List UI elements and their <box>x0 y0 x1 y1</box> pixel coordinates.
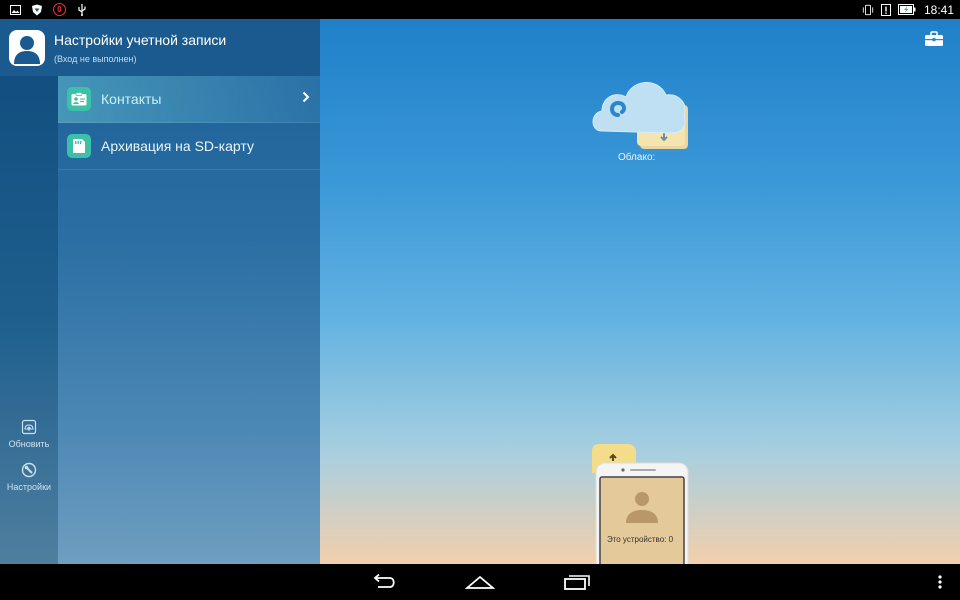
menu-item-label: Контакты <box>101 91 162 107</box>
clock: 18:41 <box>923 2 954 17</box>
vibrate-icon <box>862 4 874 16</box>
account-status: (Вход не выполнен) <box>54 53 137 64</box>
cloud-icon <box>592 82 688 149</box>
usb-icon <box>76 3 88 16</box>
left-panel: Настройки учетной записи (Вход не выполн… <box>0 19 320 564</box>
shield-icon <box>31 4 43 16</box>
avatar <box>9 29 45 66</box>
notification-badge: 0 <box>53 3 66 16</box>
refresh-cloud-icon <box>21 419 37 435</box>
side-menu: Контакты Архивация на SD-карту <box>58 76 320 170</box>
settings-label: Настройки <box>6 482 52 492</box>
navigation-bar <box>0 564 960 600</box>
account-settings-header[interactable]: Настройки учетной записи (Вход не выполн… <box>0 19 320 76</box>
status-bar-left: 0 <box>0 3 88 16</box>
settings-button[interactable]: Настройки <box>0 462 58 492</box>
phone-icon <box>592 444 689 564</box>
user-silhouette-icon <box>14 35 40 64</box>
recent-apps-icon[interactable] <box>563 573 591 591</box>
menu-item-contacts[interactable]: Контакты <box>58 76 320 123</box>
contacts-card-icon <box>67 87 91 111</box>
menu-item-label: Архивация на SD-карту <box>101 138 254 154</box>
side-rail: Обновить Настройки <box>0 76 58 564</box>
battery-icon <box>897 4 916 16</box>
device-count-label: Это устройство: 0 <box>606 535 674 544</box>
account-text: Настройки учетной записи (Вход не выполн… <box>54 32 226 64</box>
account-title: Настройки учетной записи <box>54 31 227 48</box>
settings-wrench-icon <box>21 462 37 478</box>
menu-item-sd-archive[interactable]: Архивация на SD-карту <box>58 123 320 170</box>
cloud-storage[interactable] <box>588 71 692 151</box>
gallery-icon <box>9 4 21 16</box>
refresh-button[interactable]: Обновить <box>0 419 58 449</box>
home-icon[interactable] <box>465 573 495 591</box>
status-bar: 0 18:41 <box>0 0 960 19</box>
cloud-count-label: Облако: <box>618 152 656 163</box>
status-bar-right: 18:41 <box>862 0 954 19</box>
overflow-menu-icon[interactable] <box>936 573 944 591</box>
chevron-right-icon <box>302 91 310 103</box>
back-icon[interactable] <box>370 573 398 591</box>
this-device[interactable]: Это устройство: 0 <box>590 443 690 564</box>
alert-icon <box>880 3 892 16</box>
toolbox-icon[interactable] <box>924 31 944 47</box>
sd-archive-icon <box>67 134 91 158</box>
main-area: Облако: Это устройство: 0 <box>320 19 960 564</box>
refresh-label: Обновить <box>8 439 50 449</box>
